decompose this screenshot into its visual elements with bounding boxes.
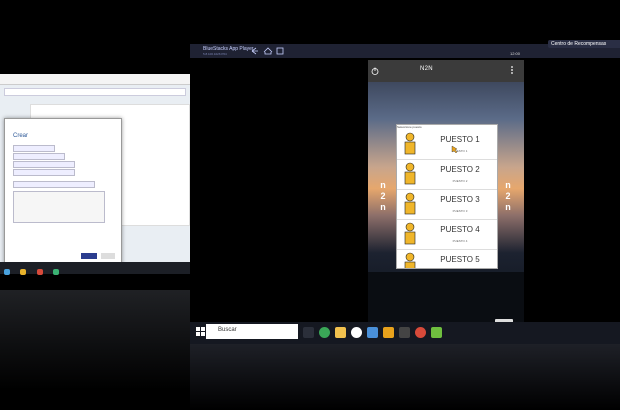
windows-start-icon[interactable] xyxy=(196,327,205,336)
browser-icon[interactable] xyxy=(351,327,362,338)
app-icon[interactable] xyxy=(20,269,27,275)
puesto-subtitle: PUESTO 2 xyxy=(452,179,468,183)
rewards-label: Centro de Recompensas xyxy=(551,41,607,47)
list-header: Seleccione puesto xyxy=(397,125,422,129)
app-icon[interactable] xyxy=(4,269,10,275)
list-item[interactable]: PUESTO 4 PUESTO 4 xyxy=(397,219,497,250)
browser-address-bar[interactable] xyxy=(4,88,186,96)
list-item[interactable]: PUESTO 5 xyxy=(397,249,497,268)
reflection xyxy=(190,344,620,410)
app-icon[interactable] xyxy=(367,327,378,338)
recent-apps-icon xyxy=(276,47,284,55)
puesto-subtitle: PUESTO 3 xyxy=(452,209,468,213)
home-icon xyxy=(263,47,273,55)
list-item[interactable]: PUESTO 2 PUESTO 2 xyxy=(397,159,497,190)
dialog-title: Crear xyxy=(13,133,29,139)
bluestacks-icon[interactable] xyxy=(431,327,442,338)
back-icon xyxy=(251,47,258,55)
browser-tab-bar[interactable] xyxy=(0,74,190,85)
left-taskbar xyxy=(0,262,190,275)
dialog-field[interactable] xyxy=(13,181,95,188)
puesto-list: PUESTO 1 PUESTO 1 PUESTO 2 PUESTO 2 PUES… xyxy=(396,124,498,269)
app-toolbar xyxy=(368,60,524,82)
app-icon[interactable] xyxy=(383,327,394,338)
power-icon[interactable] xyxy=(371,67,379,75)
side-label-right: n 2 n xyxy=(505,180,511,212)
side-label-left: n 2 n xyxy=(380,180,386,212)
background-browser-window: Crear xyxy=(0,74,190,274)
puesto-subtitle: PUESTO 4 xyxy=(452,239,468,243)
puesto-subtitle: PUESTO 1 xyxy=(452,149,468,153)
puesto-title: PUESTO 4 xyxy=(440,225,480,234)
worker-icon xyxy=(404,162,416,185)
reflection xyxy=(0,290,190,390)
rewards-button[interactable]: Centro de Recompensas xyxy=(548,40,620,48)
dialog-cancel-button[interactable] xyxy=(101,253,115,259)
puesto-title: PUESTO 5 xyxy=(440,255,480,264)
puesto-title: PUESTO 2 xyxy=(440,165,480,174)
list-item[interactable]: PUESTO 3 PUESTO 3 xyxy=(397,189,497,220)
worker-icon xyxy=(404,132,416,155)
task-view-icon[interactable] xyxy=(303,327,314,338)
dialog-field[interactable] xyxy=(13,153,65,160)
app-icon[interactable] xyxy=(36,269,43,275)
dialog-field[interactable] xyxy=(13,169,75,176)
worker-icon xyxy=(404,192,416,215)
bluestacks-version: 5.8.100.1026 P64 xyxy=(203,52,227,56)
dialog-textarea[interactable] xyxy=(13,191,105,223)
cursor-hand-icon xyxy=(451,145,458,154)
dialog-save-button[interactable] xyxy=(81,253,97,259)
chrome-icon[interactable] xyxy=(319,327,330,338)
worker-icon xyxy=(404,252,416,268)
list-item[interactable]: PUESTO 1 PUESTO 1 xyxy=(397,129,497,160)
puesto-title: PUESTO 3 xyxy=(440,195,480,204)
worker-icon xyxy=(404,222,416,245)
puesto-title: PUESTO 1 xyxy=(440,135,480,144)
file-explorer-icon[interactable] xyxy=(335,327,346,338)
status-time: 12:00 xyxy=(510,51,521,56)
more-menu-icon[interactable] xyxy=(509,65,515,75)
app-icon[interactable] xyxy=(415,327,426,338)
app-icon[interactable] xyxy=(399,327,410,338)
titlebar-nav-icons[interactable] xyxy=(250,47,290,55)
app-logo: N2N xyxy=(420,66,433,72)
dialog-field[interactable] xyxy=(13,145,55,152)
app-icon[interactable] xyxy=(53,269,60,275)
dialog-field[interactable] xyxy=(13,161,75,168)
create-dialog: Crear xyxy=(4,118,122,270)
search-placeholder: Buscar xyxy=(218,327,237,333)
